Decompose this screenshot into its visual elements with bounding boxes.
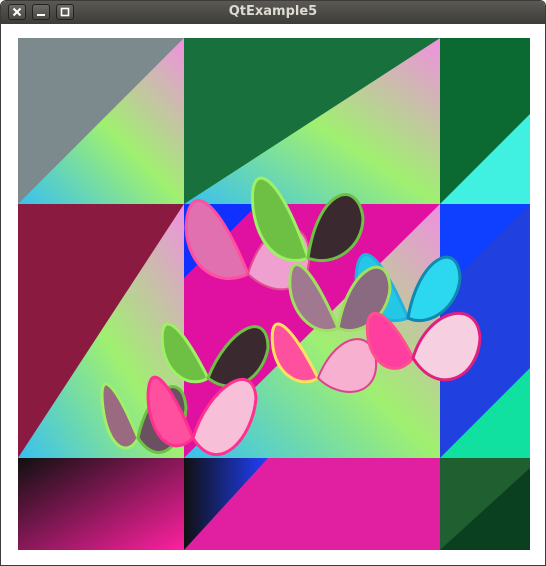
- window-title: QtExample5: [228, 4, 318, 19]
- image-canvas[interactable]: [18, 38, 530, 550]
- client-area: [2, 24, 544, 564]
- title-bar[interactable]: QtExample5: [1, 1, 545, 24]
- app-window: QtExample5: [0, 0, 546, 566]
- gradient-background: [18, 38, 530, 550]
